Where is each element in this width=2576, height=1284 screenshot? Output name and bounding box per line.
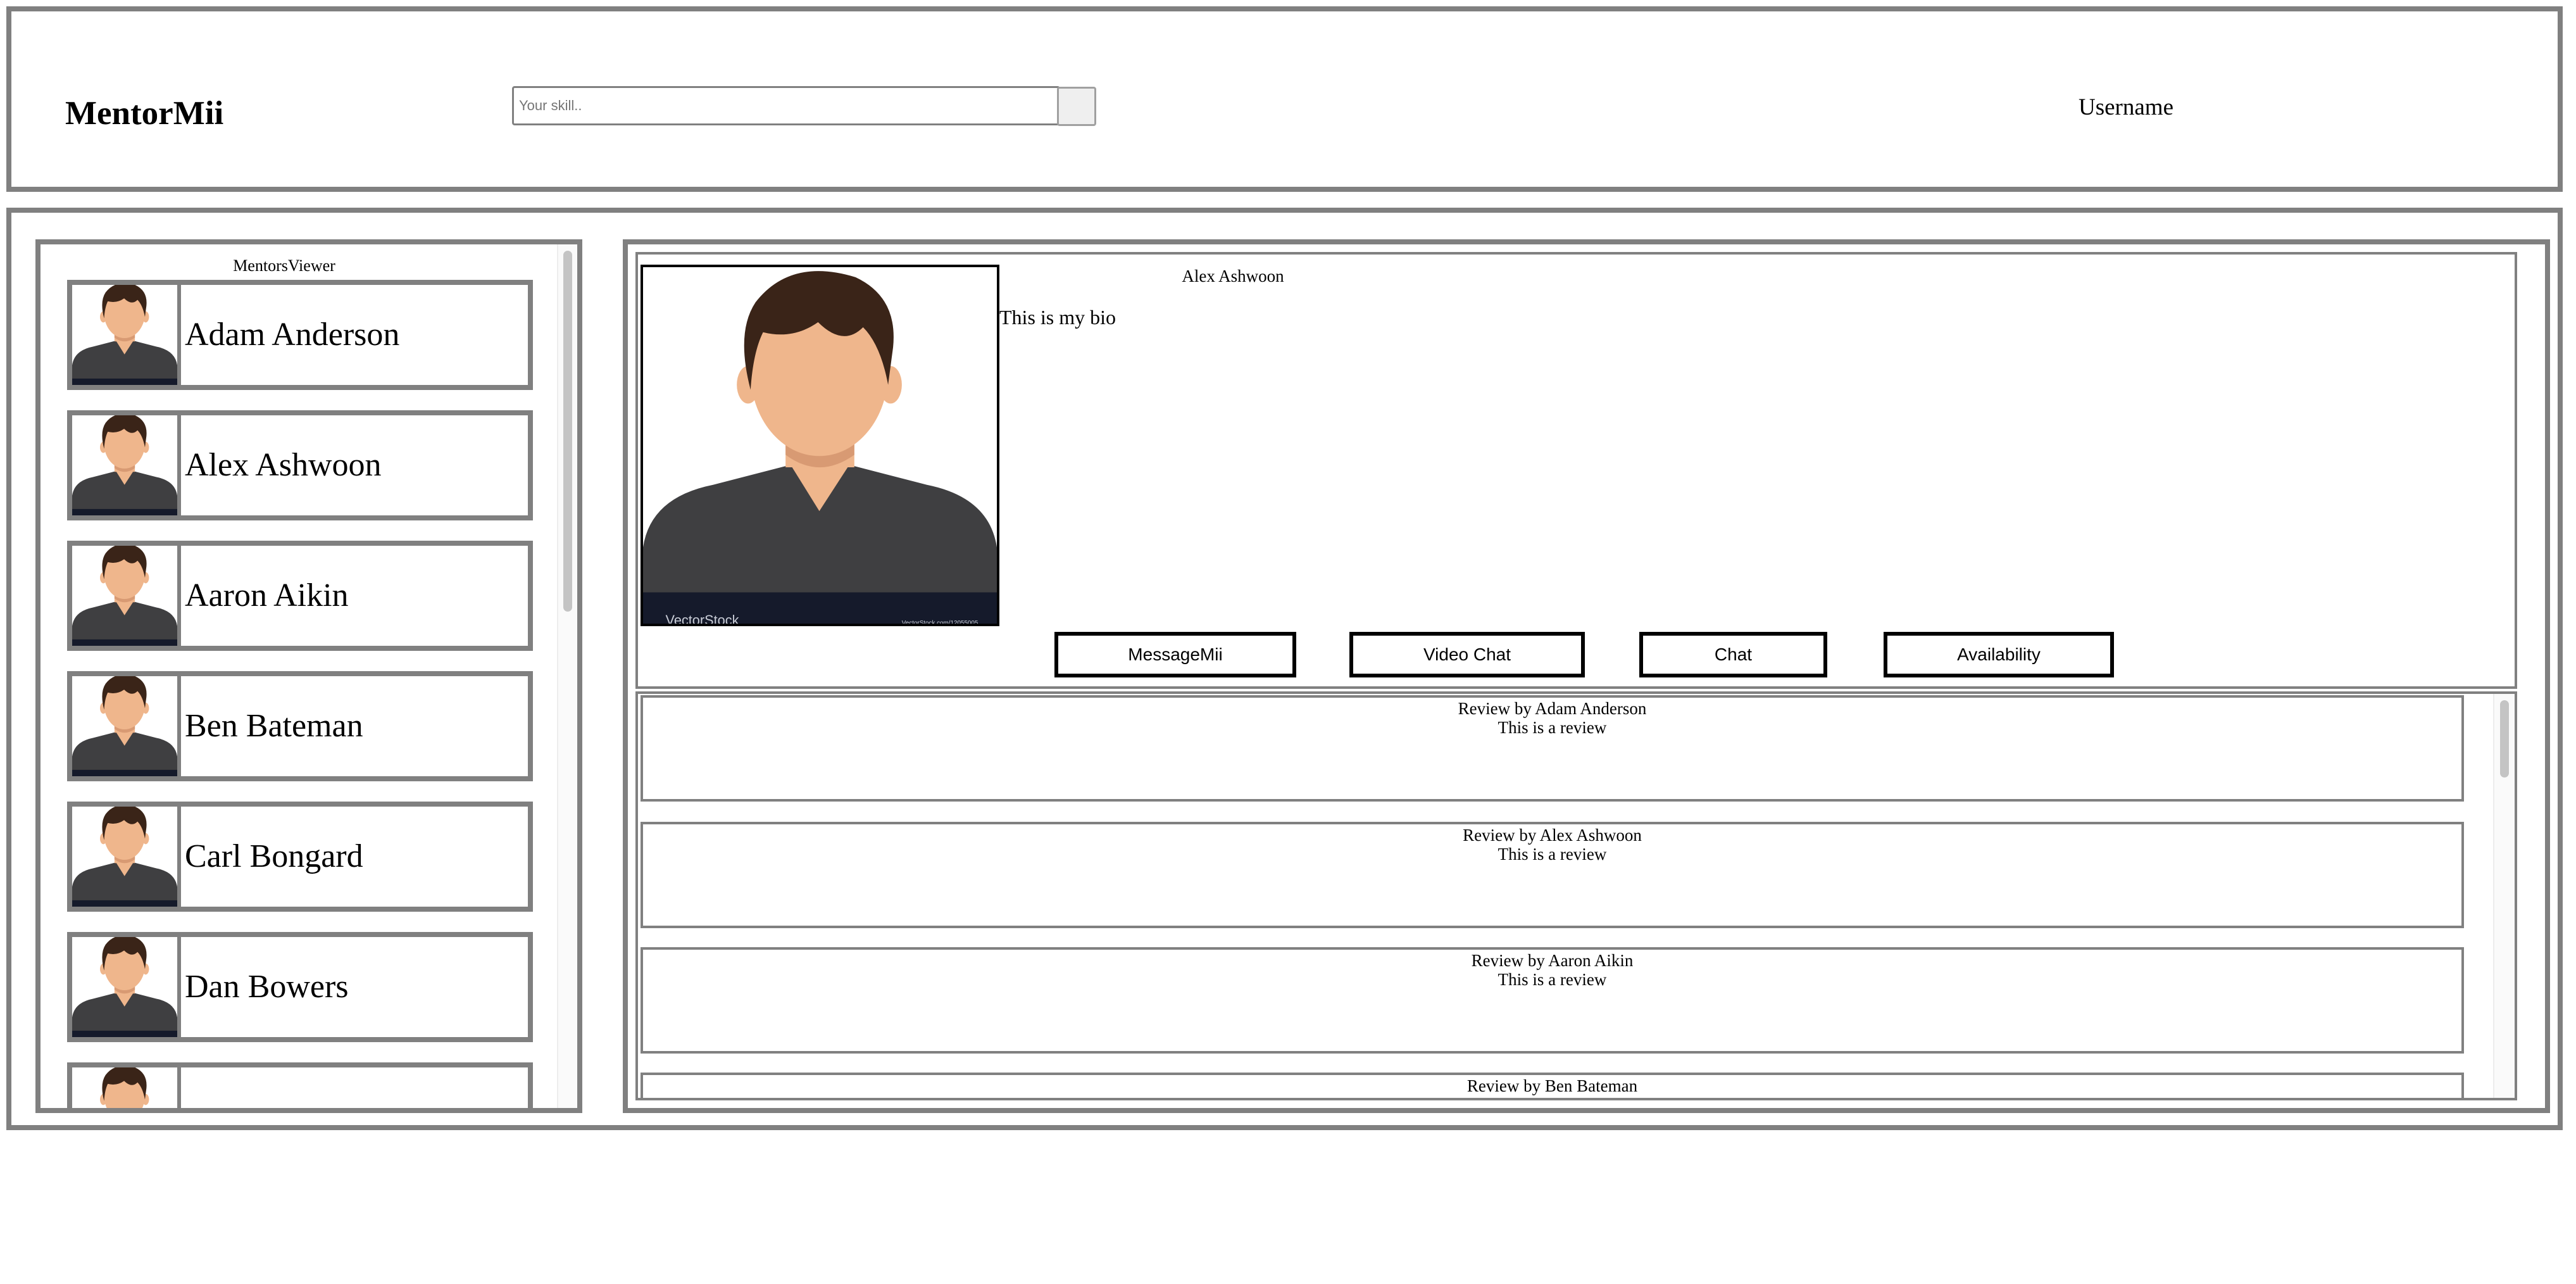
review-card: Review by Adam Anderson This is a review xyxy=(641,695,2464,802)
mentor-name: Aaron Aikin xyxy=(185,577,349,614)
review-card: Review by Aaron Aikin This is a review xyxy=(641,947,2464,1054)
watermark-url-text: VectorStock.com/12055005 xyxy=(902,620,979,624)
mentors-viewer-panel: MentorsViewer Adam Anderson Alex Ashwoon A… xyxy=(35,239,582,1113)
review-title: Review by Ben Bateman xyxy=(1466,1076,1638,1095)
mentors-scrollbar[interactable] xyxy=(557,244,577,1108)
profile-photo: VectorStock VectorStock.com/12055005 xyxy=(641,265,999,626)
review-title: Review by Alex Ashwoon xyxy=(1463,826,1642,845)
mentor-name: Dan Bowers xyxy=(185,969,349,1005)
mentor-card[interactable]: Dan Bowers xyxy=(67,932,533,1042)
search-button[interactable] xyxy=(1057,87,1096,126)
mentor-card[interactable] xyxy=(67,1062,533,1108)
mentor-avatar xyxy=(72,415,181,515)
availability-button[interactable]: Availability xyxy=(1884,632,2114,677)
mentor-card[interactable]: Carl Bongard xyxy=(67,802,533,912)
mentor-name: Adam Anderson xyxy=(185,317,400,353)
review-title: Review by Adam Anderson xyxy=(1458,699,1647,718)
mentor-name: Carl Bongard xyxy=(185,838,363,874)
review-text: This is a review xyxy=(1497,845,1607,864)
reviews-scrollbar-thumb[interactable] xyxy=(2500,700,2509,777)
watermark-logo-text: VectorStock xyxy=(666,612,739,624)
mentor-list: Adam Anderson Alex Ashwoon Aaron Aikin Ben … xyxy=(41,244,577,1108)
main-content: MentorsViewer Adam Anderson Alex Ashwoon A… xyxy=(6,208,2563,1130)
mentor-avatar xyxy=(72,807,181,907)
review-card: Review by Alex Ashwoon This is a review xyxy=(641,822,2464,928)
username-label[interactable]: Username xyxy=(2079,89,2173,127)
mentor-avatar xyxy=(72,285,181,385)
mentor-name: Ben Bateman xyxy=(185,708,363,744)
mentor-detail-panel: VectorStock VectorStock.com/12055005 Alex… xyxy=(623,239,2550,1113)
profile-name: Alex Ashwoon xyxy=(1182,267,1284,286)
mentor-card[interactable]: Ben Bateman xyxy=(67,671,533,781)
mentor-card[interactable]: Alex Ashwoon xyxy=(67,410,533,520)
header: MentorMii Username xyxy=(6,6,2563,192)
mentor-avatar xyxy=(72,937,181,1037)
review-text: This is a review xyxy=(1497,718,1607,737)
mentor-card[interactable]: Adam Anderson xyxy=(67,280,533,390)
reviews-panel: Review by Adam Anderson This is a review… xyxy=(635,691,2517,1100)
mentors-scrollbar-thumb[interactable] xyxy=(563,251,572,612)
skill-search-input[interactable] xyxy=(512,86,1060,125)
mentor-card[interactable]: Aaron Aikin xyxy=(67,541,533,651)
brand-title: MentorMii xyxy=(65,95,224,132)
reviews-scrollbar[interactable] xyxy=(2493,694,2515,1098)
messagemii-button[interactable]: MessageMii xyxy=(1054,632,1296,677)
mentor-name: Alex Ashwoon xyxy=(185,447,382,483)
profile-card: VectorStock VectorStock.com/12055005 Alex… xyxy=(635,252,2517,689)
profile-bio: This is my bio xyxy=(999,306,1116,329)
mentor-avatar xyxy=(72,1067,181,1108)
mentor-avatar xyxy=(72,676,181,776)
chat-button[interactable]: Chat xyxy=(1639,632,1827,677)
video-chat-button[interactable]: Video Chat xyxy=(1349,632,1585,677)
mentor-avatar xyxy=(72,546,181,646)
review-card: Review by Ben Bateman xyxy=(641,1073,2464,1098)
review-text: This is a review xyxy=(1497,970,1607,989)
review-title: Review by Aaron Aikin xyxy=(1471,951,1634,970)
